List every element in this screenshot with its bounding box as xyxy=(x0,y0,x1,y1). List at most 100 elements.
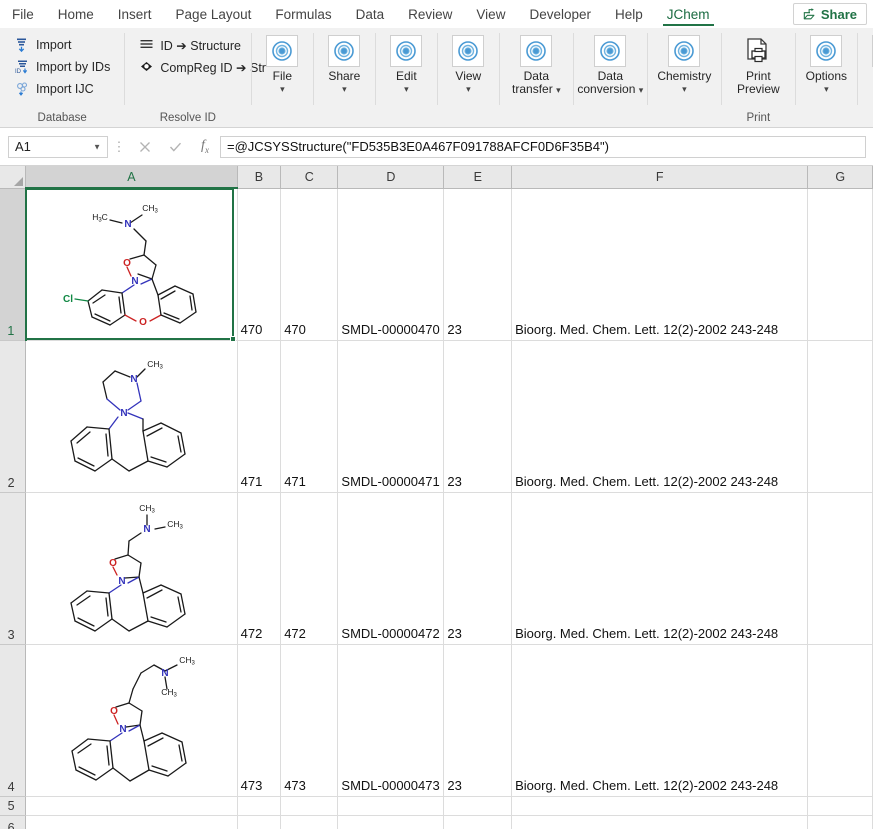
row-header-3[interactable]: 3 xyxy=(0,493,26,645)
cell-e3[interactable]: 23 xyxy=(444,493,512,645)
share-button[interactable]: Share xyxy=(793,3,867,25)
edit-button[interactable]: Edit ▾ xyxy=(379,32,433,95)
cell-c6[interactable] xyxy=(281,816,338,829)
cell-g6[interactable] xyxy=(808,816,873,829)
cell-g5[interactable] xyxy=(808,797,873,816)
structure-cell-2[interactable]: CH3 N N xyxy=(26,341,238,493)
cell-d3[interactable]: SMDL-00000472 xyxy=(338,493,444,645)
cell-b2[interactable]: 471 xyxy=(237,341,281,493)
row-header-2[interactable]: 2 xyxy=(0,341,26,493)
options-button[interactable]: Options ▾ xyxy=(799,32,853,95)
chevron-down-icon[interactable]: ▾ xyxy=(466,84,471,95)
file-button[interactable]: File ▾ xyxy=(255,32,309,95)
import-by-ids-button[interactable]: ID Import by IDs xyxy=(10,56,114,78)
column-header-b[interactable]: B xyxy=(237,166,281,188)
column-header-g[interactable]: G xyxy=(808,166,873,188)
structure-cell-4[interactable]: CH3 N CH3 O N xyxy=(26,645,238,797)
compreg-id-to-structure-button[interactable]: CompReg ID ➔ Str xyxy=(134,56,270,78)
row-header-4[interactable]: 4 xyxy=(0,645,26,797)
cell-f5[interactable] xyxy=(512,797,808,816)
cell-a6[interactable] xyxy=(26,816,238,829)
insert-function-button[interactable]: fx xyxy=(190,136,220,158)
cell-d1[interactable]: SMDL-00000470 xyxy=(338,188,444,341)
ribbon-tab-review[interactable]: Review xyxy=(396,0,464,28)
cell-b5[interactable] xyxy=(237,797,281,816)
structure-cell-1[interactable]: CH3 N H3C O N Cl O xyxy=(26,188,238,341)
ribbon-tab-data[interactable]: Data xyxy=(344,0,397,28)
cell-f4[interactable]: Bioorg. Med. Chem. Lett. 12(2)-2002 243-… xyxy=(512,645,808,797)
cell-e6[interactable] xyxy=(444,816,512,829)
cell-b3[interactable]: 472 xyxy=(237,493,281,645)
cell-g1[interactable] xyxy=(808,188,873,341)
cell-c3[interactable]: 472 xyxy=(281,493,338,645)
formula-input[interactable]: =@JCSYSStructure("FD535B3E0A467F091788AF… xyxy=(220,136,866,158)
ribbon-tab-formulas[interactable]: Formulas xyxy=(263,0,343,28)
ribbon-tab-page-layout[interactable]: Page Layout xyxy=(164,0,264,28)
ribbon-tab-jchem[interactable]: JChem xyxy=(655,0,722,28)
row-header-6[interactable]: 6 xyxy=(0,816,26,829)
select-all-corner[interactable] xyxy=(0,166,26,188)
cell-e5[interactable] xyxy=(444,797,512,816)
cell-f6[interactable] xyxy=(512,816,808,829)
chevron-down-icon[interactable]: ▾ xyxy=(556,85,561,95)
chevron-down-icon[interactable]: ▼ xyxy=(93,142,101,151)
structure-cell-3[interactable]: CH3 N CH3 O N xyxy=(26,493,238,645)
confirm-formula-button[interactable] xyxy=(160,136,190,158)
print-preview-icon xyxy=(740,35,776,69)
chevron-down-icon[interactable]: ▾ xyxy=(280,84,285,95)
fill-handle[interactable] xyxy=(230,336,236,342)
chevron-down-icon[interactable]: ▾ xyxy=(682,84,687,95)
cell-e4[interactable]: 23 xyxy=(444,645,512,797)
id-to-structure-button[interactable]: ID ➔ Structure xyxy=(134,34,270,56)
import-ijc-button[interactable]: Import IJC xyxy=(10,78,114,100)
share-ribbon-button[interactable]: Share ▾ xyxy=(317,32,371,95)
view-button[interactable]: View ▾ xyxy=(441,32,495,95)
cell-a5[interactable] xyxy=(26,797,238,816)
ribbon-tab-insert[interactable]: Insert xyxy=(106,0,164,28)
column-header-f[interactable]: F xyxy=(512,166,808,188)
column-header-d[interactable]: D xyxy=(338,166,444,188)
ribbon-tab-help[interactable]: Help xyxy=(603,0,655,28)
name-box[interactable]: A1 ▼ xyxy=(8,136,108,158)
data-transfer-button[interactable]: Data transfer ▾ xyxy=(503,32,569,97)
chevron-down-icon[interactable]: ▾ xyxy=(824,84,829,95)
cell-f1[interactable]: Bioorg. Med. Chem. Lett. 12(2)-2002 243-… xyxy=(512,188,808,341)
cell-c4[interactable]: 473 xyxy=(281,645,338,797)
row-header-1[interactable]: 1 xyxy=(0,188,26,341)
column-header-c[interactable]: C xyxy=(281,166,338,188)
chevron-down-icon[interactable]: ▾ xyxy=(342,84,347,95)
cell-g4[interactable] xyxy=(808,645,873,797)
data-conversion-button[interactable]: Data conversion ▾ xyxy=(577,32,643,97)
column-header-e[interactable]: E xyxy=(444,166,512,188)
cell-b1[interactable]: 470 xyxy=(237,188,281,341)
ribbon-tab-file[interactable]: File xyxy=(0,0,46,28)
cell-d6[interactable] xyxy=(338,816,444,829)
chevron-down-icon[interactable]: ▾ xyxy=(639,85,644,95)
chevron-down-icon[interactable]: ▾ xyxy=(404,84,409,95)
chemistry-button[interactable]: Chemistry ▾ xyxy=(651,32,717,95)
ribbon-tab-home[interactable]: Home xyxy=(46,0,106,28)
print-preview-button[interactable]: Print Preview xyxy=(725,32,791,96)
cell-g2[interactable] xyxy=(808,341,873,493)
help-button[interactable]: Help ▾ xyxy=(861,32,873,95)
cell-e2[interactable]: 23 xyxy=(444,341,512,493)
ribbon-tab-view[interactable]: View xyxy=(464,0,517,28)
cell-d4[interactable]: SMDL-00000473 xyxy=(338,645,444,797)
cell-e1[interactable]: 23 xyxy=(444,188,512,341)
spreadsheet-grid[interactable]: A B C D E F G 1 xyxy=(0,166,873,829)
cell-b4[interactable]: 473 xyxy=(237,645,281,797)
cell-c5[interactable] xyxy=(281,797,338,816)
cell-d2[interactable]: SMDL-00000471 xyxy=(338,341,444,493)
cell-d5[interactable] xyxy=(338,797,444,816)
cancel-formula-button[interactable] xyxy=(130,136,160,158)
cell-g3[interactable] xyxy=(808,493,873,645)
cell-b6[interactable] xyxy=(237,816,281,829)
column-header-a[interactable]: A xyxy=(26,166,238,188)
ribbon-tab-developer[interactable]: Developer xyxy=(517,0,603,28)
cell-c1[interactable]: 470 xyxy=(281,188,338,341)
cell-f2[interactable]: Bioorg. Med. Chem. Lett. 12(2)-2002 243-… xyxy=(512,341,808,493)
cell-c2[interactable]: 471 xyxy=(281,341,338,493)
import-button[interactable]: Import xyxy=(10,34,114,56)
row-header-5[interactable]: 5 xyxy=(0,797,26,816)
cell-f3[interactable]: Bioorg. Med. Chem. Lett. 12(2)-2002 243-… xyxy=(512,493,808,645)
